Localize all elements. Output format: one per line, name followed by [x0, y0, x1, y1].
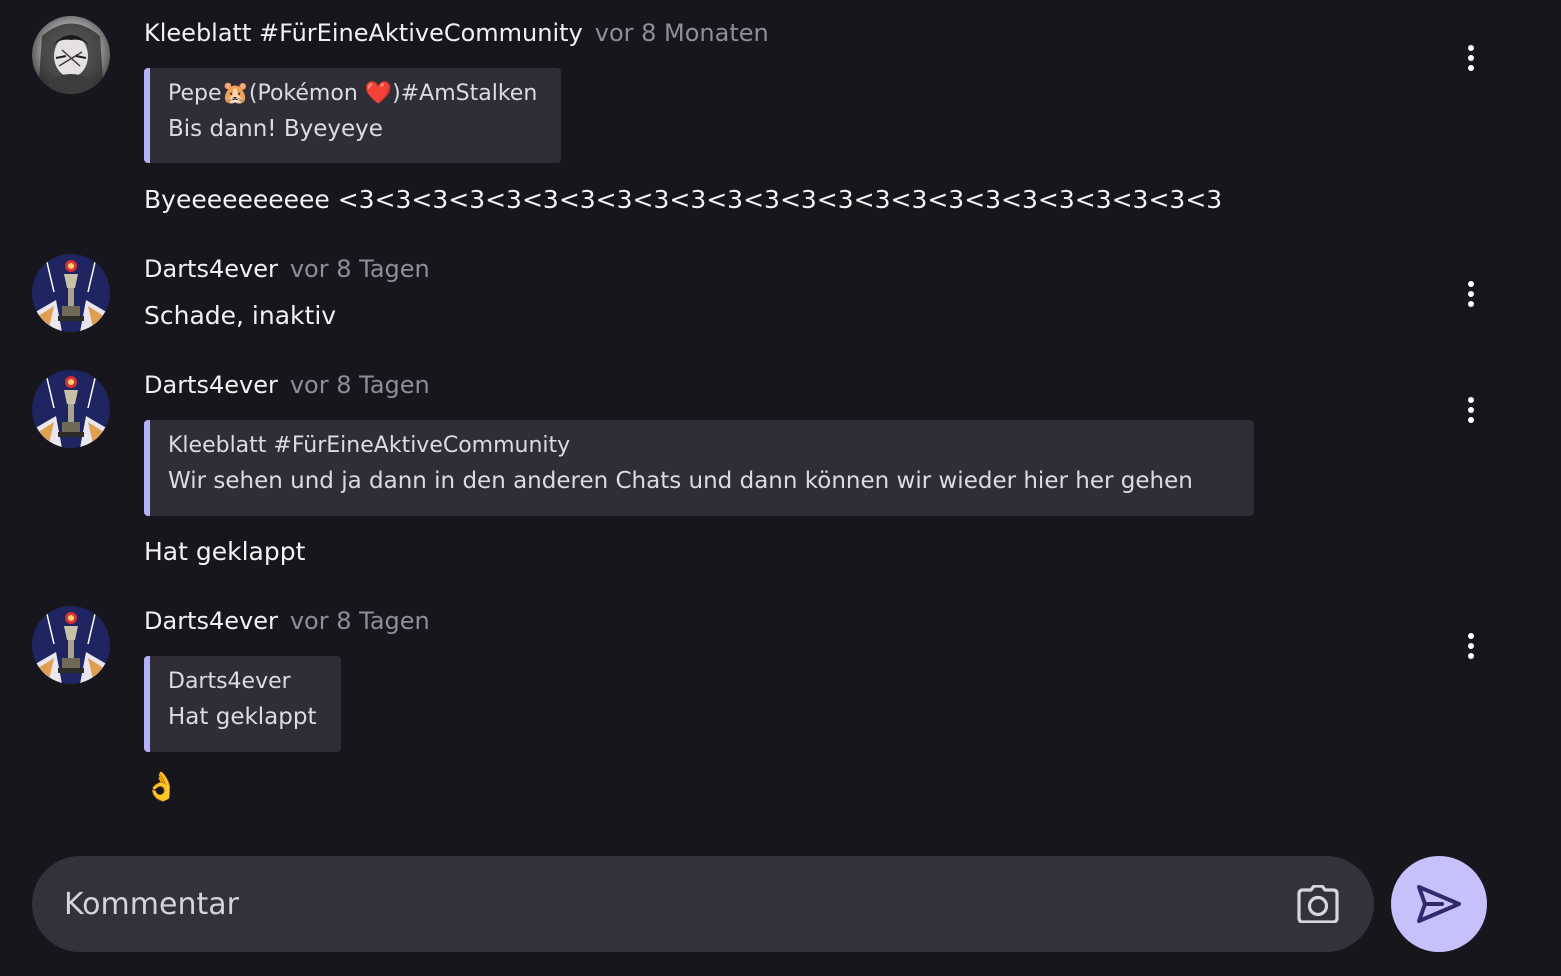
author-name[interactable]: Darts4ever [144, 255, 278, 283]
more-vertical-icon [1468, 633, 1474, 639]
comment-header: Kleeblatt #FürEineAktiveCommunity vor 8 M… [144, 18, 769, 48]
quote-text: Bis dann! Byeyeye [168, 116, 383, 142]
timestamp: vor 8 Tagen [289, 371, 430, 399]
more-vertical-icon-dot [1468, 653, 1474, 659]
anime-avatar-image [32, 16, 110, 94]
more-vertical-icon [1468, 45, 1474, 51]
more-options-button[interactable] [1455, 390, 1487, 430]
comment-item: Darts4ever vor 8 Tagen Darts4ever Hat gek… [0, 592, 1561, 822]
avatar[interactable] [32, 370, 110, 448]
quote-text: Wir sehen und ja dann in den anderen Cha… [168, 468, 1193, 494]
more-vertical-icon-dot [1468, 65, 1474, 71]
more-vertical-icon-dot [1468, 407, 1474, 413]
comment-input[interactable] [64, 878, 1264, 930]
comment-text: Byeeeeeeeeee <3<3<3<3<3<3<3<3<3<3<3<3<3<… [144, 185, 1223, 214]
send-button[interactable] [1391, 856, 1487, 952]
comment-text: Schade, inaktiv [144, 301, 337, 330]
avatar[interactable] [32, 16, 110, 94]
send-icon [1417, 885, 1461, 923]
quoted-comment[interactable]: Kleeblatt #FürEineAktiveCommunity Wir se… [144, 420, 1254, 516]
comment-header: Darts4ever vor 8 Tagen [144, 254, 430, 284]
quote-author: Darts4ever [168, 669, 291, 694]
avatar[interactable] [32, 606, 110, 684]
camera-icon [1297, 885, 1339, 923]
more-vertical-icon-dot [1468, 291, 1474, 297]
timestamp: vor 8 Tagen [289, 255, 430, 283]
comment-header: Darts4ever vor 8 Tagen [144, 370, 430, 400]
comment-text: Hat geklappt [144, 537, 306, 566]
comment-composer [32, 856, 1374, 952]
darts-trophy-avatar-image [32, 606, 110, 684]
comment-item: Darts4ever vor 8 Tagen Kleeblatt #FürEine… [0, 356, 1561, 596]
author-name[interactable]: Darts4ever [144, 371, 278, 399]
timestamp: vor 8 Tagen [289, 607, 430, 635]
comment-header: Darts4ever vor 8 Tagen [144, 606, 430, 636]
more-vertical-icon-dot [1468, 417, 1474, 423]
avatar[interactable] [32, 254, 110, 332]
more-vertical-icon-dot [1468, 643, 1474, 649]
quote-text: Hat geklappt [168, 704, 317, 730]
quote-author: Pepe🐹(Pokémon ❤️)#AmStalken [168, 81, 538, 106]
quote-author: Kleeblatt #FürEineAktiveCommunity [168, 433, 571, 458]
more-options-button[interactable] [1455, 274, 1487, 314]
more-options-button[interactable] [1455, 626, 1487, 666]
more-vertical-icon-dot [1468, 301, 1474, 307]
author-name[interactable]: Darts4ever [144, 607, 278, 635]
more-vertical-icon [1468, 281, 1474, 287]
more-options-button[interactable] [1455, 38, 1487, 78]
comment-text: 👌 [144, 770, 179, 803]
quoted-comment[interactable]: Pepe🐹(Pokémon ❤️)#AmStalken Bis dann! By… [144, 68, 562, 163]
comment-item: Kleeblatt #FürEineAktiveCommunity vor 8 M… [0, 0, 1561, 240]
comment-item: Darts4ever vor 8 Tagen Schade, inaktiv [0, 240, 1561, 360]
darts-trophy-avatar-image [32, 254, 110, 332]
author-name[interactable]: Kleeblatt #FürEineAktiveCommunity [144, 19, 583, 47]
camera-button[interactable] [1294, 882, 1342, 926]
quoted-comment[interactable]: Darts4ever Hat geklappt [144, 656, 341, 752]
more-vertical-icon-dot [1468, 55, 1474, 61]
more-vertical-icon [1468, 397, 1474, 403]
darts-trophy-avatar-image [32, 370, 110, 448]
timestamp: vor 8 Monaten [594, 19, 769, 47]
